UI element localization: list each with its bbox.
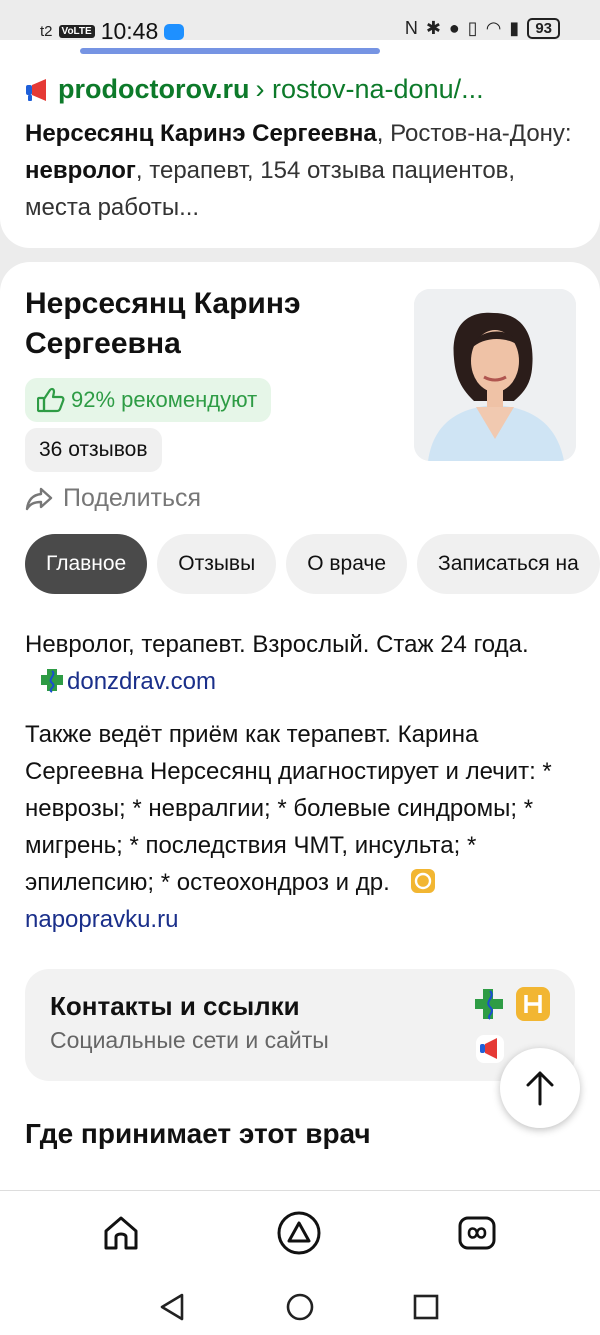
where-title: Где принимает этот врач: [25, 1118, 371, 1149]
tab-label: Отзывы: [178, 552, 256, 575]
bluetooth-icon: ✱: [425, 18, 441, 38]
snippet-city: , Ростов-на-Дону:: [376, 120, 572, 147]
signal-icon: ▮: [509, 18, 520, 38]
system-home-button[interactable]: [280, 1287, 320, 1327]
doctor-name: Нерсесянц Каринэ Сергеевна: [25, 287, 301, 360]
donzdrav-icon: [475, 989, 503, 1020]
battery-indicator: 93: [527, 18, 560, 39]
system-recents-button[interactable]: [406, 1287, 446, 1327]
contacts-subtitle: Социальные сети и сайты: [50, 1027, 329, 1053]
short-description: Невролог, терапевт. Взрослый. Стаж 24 го…: [25, 626, 575, 700]
tab-bar: Главное Отзывы О враче Записаться на: [25, 534, 600, 594]
tabs-button[interactable]: [453, 1209, 501, 1257]
tab-label: О враче: [307, 552, 387, 575]
doctor-photo[interactable]: [414, 289, 576, 461]
vibrate-icon: ▯: [467, 18, 478, 38]
short-description-text: Невролог, терапевт. Взрослый. Стаж 24 го…: [25, 631, 529, 658]
doctor-portrait-image: [414, 289, 576, 461]
alice-icon: [277, 1211, 321, 1255]
thumbs-up-icon: [37, 387, 65, 413]
carrier-label: t2: [40, 23, 53, 40]
bottom-nav: [0, 1190, 600, 1335]
napopravku-h-icon: [516, 987, 550, 1021]
donzdrav-icon: [41, 669, 63, 693]
napopravku-icon: [411, 869, 436, 893]
home-button[interactable]: [97, 1209, 145, 1257]
contacts-block[interactable]: Контакты и ссылки Социальные сети и сайт…: [25, 969, 575, 1081]
wifi-icon: ◠: [485, 18, 502, 38]
home-circle-icon: [286, 1293, 314, 1321]
share-label: Поделиться: [63, 484, 202, 512]
contacts-title: Контакты и ссылки: [50, 991, 300, 1021]
cloud-icon: [164, 23, 185, 40]
tab-label: Главное: [46, 552, 127, 575]
share-button[interactable]: Поделиться: [25, 484, 201, 513]
result-path[interactable]: › rostov-na-donu/...: [256, 74, 484, 105]
reviews-label: 36 отзывов: [39, 438, 148, 461]
location-icon: ●: [448, 18, 460, 38]
search-result-card[interactable]: prodoctorov.ru › rostov-na-donu/... Нерс…: [0, 40, 600, 248]
result-source[interactable]: prodoctorov.ru › rostov-na-donu/...: [24, 74, 484, 105]
donzdrav-link[interactable]: donzdrav.com: [67, 668, 216, 695]
tab-appointment[interactable]: Записаться на: [417, 534, 600, 594]
recommend-label: 92% рекомендуют: [71, 387, 258, 412]
home-icon: [104, 1216, 138, 1250]
result-snippet: Нерсесянц Каринэ Сергеевна, Ростов-на-До…: [25, 115, 575, 226]
tab-about[interactable]: О враче: [286, 534, 408, 594]
system-back-button[interactable]: [152, 1287, 192, 1327]
recommend-badge[interactable]: 92% рекомендуют: [25, 378, 272, 422]
result-domain[interactable]: prodoctorov.ru: [58, 74, 250, 105]
snippet-name: Нерсесянц Каринэ Сергеевна: [25, 120, 377, 147]
megaphone-icon: [476, 1035, 504, 1063]
tab-label: Записаться на: [438, 552, 579, 575]
alice-button[interactable]: [275, 1209, 323, 1257]
cut-off-title: [80, 48, 380, 54]
tabs-icon: [458, 1216, 496, 1250]
long-description-text: Также ведёт приём как терапевт. Карина С…: [25, 721, 552, 896]
scroll-to-top-button[interactable]: [500, 1048, 580, 1128]
tab-main[interactable]: Главное: [25, 534, 148, 594]
nfc-icon: N: [404, 18, 418, 38]
share-icon: [25, 487, 53, 510]
napopravku-link[interactable]: napopravku.ru: [25, 906, 178, 933]
arrow-up-icon: [526, 1071, 554, 1106]
long-description: Также ведёт приём как терапевт. Карина С…: [25, 716, 585, 938]
reviews-badge[interactable]: 36 отзывов: [25, 428, 162, 472]
back-triangle-icon: [160, 1293, 184, 1321]
snippet-spec: невролог: [25, 157, 136, 184]
tab-reviews[interactable]: Отзывы: [157, 534, 277, 594]
recents-square-icon: [413, 1294, 439, 1320]
megaphone-icon: [26, 78, 46, 101]
volte-badge: VoLTE: [58, 25, 95, 38]
